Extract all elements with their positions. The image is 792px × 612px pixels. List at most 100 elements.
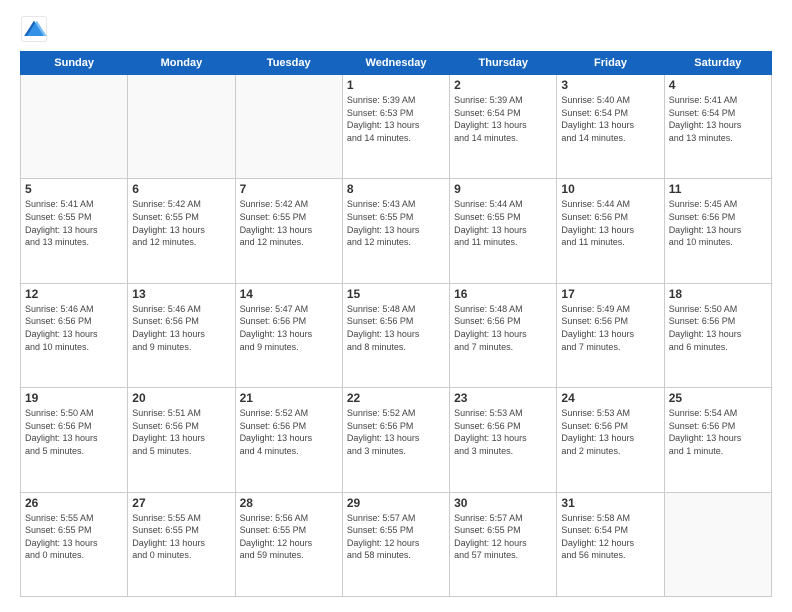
day-info: Sunrise: 5:50 AM Sunset: 6:56 PM Dayligh… xyxy=(25,407,123,457)
day-number: 17 xyxy=(561,287,659,301)
calendar-cell: 8 Sunrise: 5:43 AM Sunset: 6:55 PM Daylig… xyxy=(342,179,449,283)
day-info: Sunrise: 5:42 AM Sunset: 6:55 PM Dayligh… xyxy=(240,198,338,248)
day-info: Sunrise: 5:43 AM Sunset: 6:55 PM Dayligh… xyxy=(347,198,445,248)
calendar-cell: 23 Sunrise: 5:53 AM Sunset: 6:56 PM Dayli… xyxy=(450,388,557,492)
day-info: Sunrise: 5:55 AM Sunset: 6:55 PM Dayligh… xyxy=(132,512,230,562)
weekday-header-sunday: Sunday xyxy=(21,52,128,75)
calendar-cell: 21Sunrise: 5:52 AM Sunset: 6:56 PM Dayli… xyxy=(235,388,342,492)
day-info: Sunrise: 5:44 AM Sunset: 6:55 PM Dayligh… xyxy=(454,198,552,248)
day-number: 16 xyxy=(454,287,552,301)
calendar-cell: 7 Sunrise: 5:42 AM Sunset: 6:55 PM Daylig… xyxy=(235,179,342,283)
day-number: 25 xyxy=(669,391,767,405)
day-number: 12 xyxy=(25,287,123,301)
day-info: Sunrise: 5:40 AM Sunset: 6:54 PM Dayligh… xyxy=(561,94,659,144)
day-number: 11 xyxy=(669,182,767,196)
calendar-cell: 11Sunrise: 5:45 AM Sunset: 6:56 PM Dayli… xyxy=(664,179,771,283)
calendar-cell: 29 Sunrise: 5:57 AM Sunset: 6:55 PM Dayli… xyxy=(342,492,449,596)
day-info: Sunrise: 5:52 AM Sunset: 6:56 PM Dayligh… xyxy=(240,407,338,457)
weekday-header-row: SundayMondayTuesdayWednesdayThursdayFrid… xyxy=(21,52,772,75)
day-number: 13 xyxy=(132,287,230,301)
day-number: 5 xyxy=(25,182,123,196)
week-row-2: 5 Sunrise: 5:41 AM Sunset: 6:55 PM Daylig… xyxy=(21,179,772,283)
calendar-cell: 24 Sunrise: 5:53 AM Sunset: 6:56 PM Dayli… xyxy=(557,388,664,492)
calendar-cell: 19 Sunrise: 5:50 AM Sunset: 6:56 PM Dayli… xyxy=(21,388,128,492)
day-info: Sunrise: 5:53 AM Sunset: 6:56 PM Dayligh… xyxy=(561,407,659,457)
day-info: Sunrise: 5:41 AM Sunset: 6:54 PM Dayligh… xyxy=(669,94,767,144)
calendar-cell: 28 Sunrise: 5:56 AM Sunset: 6:55 PM Dayli… xyxy=(235,492,342,596)
day-info: Sunrise: 5:39 AM Sunset: 6:53 PM Dayligh… xyxy=(347,94,445,144)
calendar-table: SundayMondayTuesdayWednesdayThursdayFrid… xyxy=(20,51,772,597)
calendar-cell: 10Sunrise: 5:44 AM Sunset: 6:56 PM Dayli… xyxy=(557,179,664,283)
day-number: 19 xyxy=(25,391,123,405)
calendar-cell: 17 Sunrise: 5:49 AM Sunset: 6:56 PM Dayli… xyxy=(557,283,664,387)
calendar-cell: 22 Sunrise: 5:52 AM Sunset: 6:56 PM Dayli… xyxy=(342,388,449,492)
calendar-cell: 9 Sunrise: 5:44 AM Sunset: 6:55 PM Daylig… xyxy=(450,179,557,283)
day-info: Sunrise: 5:50 AM Sunset: 6:56 PM Dayligh… xyxy=(669,303,767,353)
weekday-header-monday: Monday xyxy=(128,52,235,75)
day-number: 6 xyxy=(132,182,230,196)
day-info: Sunrise: 5:39 AM Sunset: 6:54 PM Dayligh… xyxy=(454,94,552,144)
day-number: 27 xyxy=(132,496,230,510)
day-number: 8 xyxy=(347,182,445,196)
day-info: Sunrise: 5:49 AM Sunset: 6:56 PM Dayligh… xyxy=(561,303,659,353)
calendar-cell: 2 Sunrise: 5:39 AM Sunset: 6:54 PM Daylig… xyxy=(450,75,557,179)
week-row-3: 12 Sunrise: 5:46 AM Sunset: 6:56 PM Dayli… xyxy=(21,283,772,387)
day-number: 30 xyxy=(454,496,552,510)
calendar-cell: 30 Sunrise: 5:57 AM Sunset: 6:55 PM Dayli… xyxy=(450,492,557,596)
day-info: Sunrise: 5:47 AM Sunset: 6:56 PM Dayligh… xyxy=(240,303,338,353)
calendar-cell: 12 Sunrise: 5:46 AM Sunset: 6:56 PM Dayli… xyxy=(21,283,128,387)
day-info: Sunrise: 5:56 AM Sunset: 6:55 PM Dayligh… xyxy=(240,512,338,562)
day-number: 24 xyxy=(561,391,659,405)
logo-icon xyxy=(20,15,48,43)
calendar-cell xyxy=(128,75,235,179)
day-number: 15 xyxy=(347,287,445,301)
day-info: Sunrise: 5:41 AM Sunset: 6:55 PM Dayligh… xyxy=(25,198,123,248)
day-number: 26 xyxy=(25,496,123,510)
calendar-cell: 13 Sunrise: 5:46 AM Sunset: 6:56 PM Dayli… xyxy=(128,283,235,387)
calendar-cell: 16 Sunrise: 5:48 AM Sunset: 6:56 PM Dayli… xyxy=(450,283,557,387)
day-number: 4 xyxy=(669,78,767,92)
calendar-cell: 1Sunrise: 5:39 AM Sunset: 6:53 PM Daylig… xyxy=(342,75,449,179)
day-number: 29 xyxy=(347,496,445,510)
calendar-cell xyxy=(21,75,128,179)
calendar-cell: 15 Sunrise: 5:48 AM Sunset: 6:56 PM Dayli… xyxy=(342,283,449,387)
day-info: Sunrise: 5:48 AM Sunset: 6:56 PM Dayligh… xyxy=(454,303,552,353)
day-info: Sunrise: 5:51 AM Sunset: 6:56 PM Dayligh… xyxy=(132,407,230,457)
day-number: 10 xyxy=(561,182,659,196)
day-info: Sunrise: 5:48 AM Sunset: 6:56 PM Dayligh… xyxy=(347,303,445,353)
calendar-cell: 26Sunrise: 5:55 AM Sunset: 6:55 PM Dayli… xyxy=(21,492,128,596)
week-row-4: 19 Sunrise: 5:50 AM Sunset: 6:56 PM Dayli… xyxy=(21,388,772,492)
day-number: 22 xyxy=(347,391,445,405)
day-number: 23 xyxy=(454,391,552,405)
day-number: 28 xyxy=(240,496,338,510)
week-row-5: 26 Sunrise: 5:55 AM Sunset: 6:55 PM Dayli… xyxy=(21,492,772,596)
day-number: 20 xyxy=(132,391,230,405)
weekday-header-wednesday: Wednesday xyxy=(342,52,449,75)
calendar-cell: 31Sunrise: 5:58 AM Sunset: 6:54 PM Dayli… xyxy=(557,492,664,596)
calendar-cell: 3 Sunrise: 5:40 AM Sunset: 6:54 PM Daylig… xyxy=(557,75,664,179)
day-info: Sunrise: 5:52 AM Sunset: 6:56 PM Dayligh… xyxy=(347,407,445,457)
day-number: 2 xyxy=(454,78,552,92)
week-row-1: 1Sunrise: 5:39 AM Sunset: 6:53 PM Daylig… xyxy=(21,75,772,179)
day-info: Sunrise: 5:46 AM Sunset: 6:56 PM Dayligh… xyxy=(132,303,230,353)
day-info: Sunrise: 5:58 AM Sunset: 6:54 PM Dayligh… xyxy=(561,512,659,562)
header xyxy=(20,15,772,43)
calendar-cell: 5 Sunrise: 5:41 AM Sunset: 6:55 PM Daylig… xyxy=(21,179,128,283)
weekday-header-tuesday: Tuesday xyxy=(235,52,342,75)
day-info: Sunrise: 5:57 AM Sunset: 6:55 PM Dayligh… xyxy=(454,512,552,562)
day-number: 9 xyxy=(454,182,552,196)
day-number: 3 xyxy=(561,78,659,92)
calendar-cell xyxy=(235,75,342,179)
weekday-header-friday: Friday xyxy=(557,52,664,75)
day-info: Sunrise: 5:53 AM Sunset: 6:56 PM Dayligh… xyxy=(454,407,552,457)
day-info: Sunrise: 5:46 AM Sunset: 6:56 PM Dayligh… xyxy=(25,303,123,353)
calendar-cell: 20 Sunrise: 5:51 AM Sunset: 6:56 PM Dayli… xyxy=(128,388,235,492)
calendar-cell: 27 Sunrise: 5:55 AM Sunset: 6:55 PM Dayli… xyxy=(128,492,235,596)
page: SundayMondayTuesdayWednesdayThursdayFrid… xyxy=(0,0,792,612)
calendar-cell: 25Sunrise: 5:54 AM Sunset: 6:56 PM Dayli… xyxy=(664,388,771,492)
calendar-cell: 14Sunrise: 5:47 AM Sunset: 6:56 PM Dayli… xyxy=(235,283,342,387)
weekday-header-thursday: Thursday xyxy=(450,52,557,75)
day-info: Sunrise: 5:57 AM Sunset: 6:55 PM Dayligh… xyxy=(347,512,445,562)
day-number: 7 xyxy=(240,182,338,196)
day-info: Sunrise: 5:42 AM Sunset: 6:55 PM Dayligh… xyxy=(132,198,230,248)
